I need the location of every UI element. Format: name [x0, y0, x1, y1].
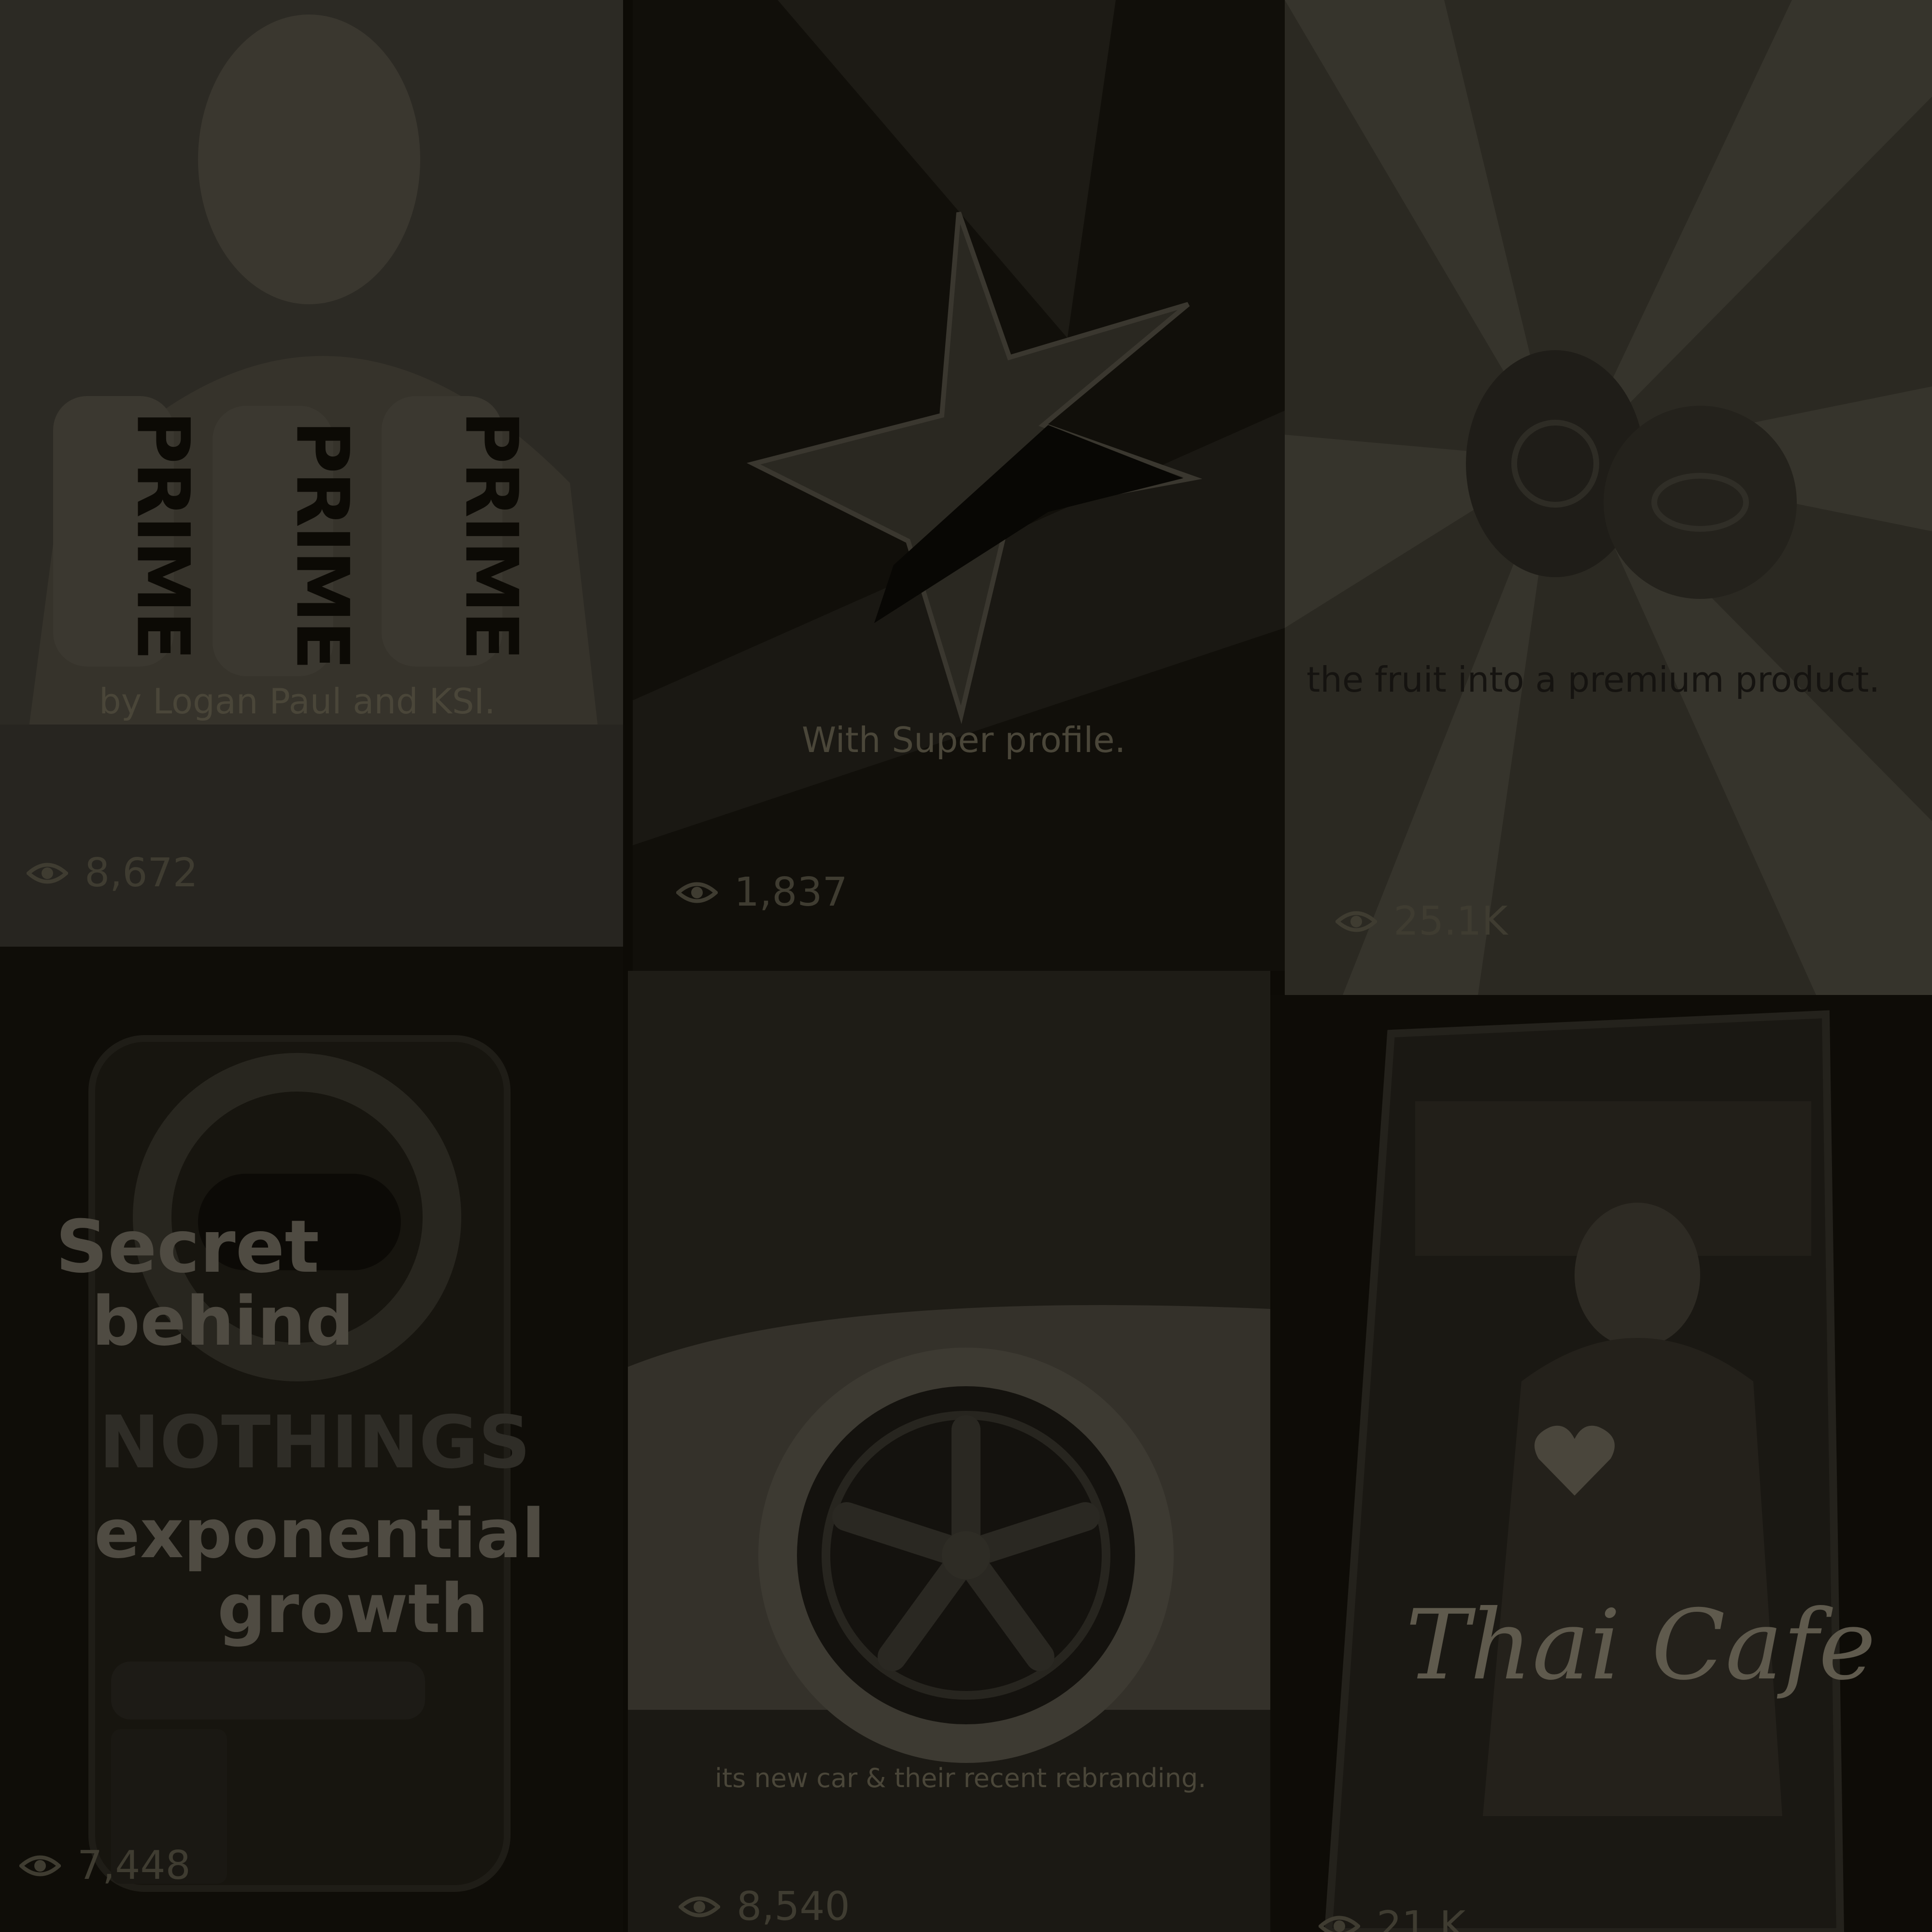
view-count: 7,448: [19, 1843, 191, 1889]
can-label: PRIME: [120, 411, 205, 659]
prime-card[interactable]: PRIME PRIME PRIME by Logan Paul and KSI.…: [0, 0, 623, 947]
star-card[interactable]: With Super profile. 1,837: [633, 0, 1285, 971]
view-count-value: 25.1K: [1393, 898, 1508, 944]
can-label: PRIME: [449, 411, 533, 659]
eye-icon: [1319, 1916, 1360, 1932]
eye-icon: [27, 863, 68, 883]
view-count-value: 8,540: [737, 1884, 850, 1930]
fruit-card[interactable]: the fruit into a premium product. 25.1K: [1285, 0, 1932, 995]
view-count: 21.K: [1319, 1903, 1465, 1932]
headline-line: growth: [217, 1570, 489, 1648]
nothing-card[interactable]: Secret behind NOTHINGS exponential growt…: [0, 947, 623, 1932]
view-count: 1,837: [676, 869, 848, 915]
card-caption: its new car & their recent rebranding.: [715, 1763, 1207, 1793]
view-count: 25.1K: [1335, 898, 1507, 944]
star-card-image: [633, 0, 1285, 971]
headline-line: behind: [92, 1282, 354, 1361]
view-count-value: 1,837: [734, 869, 848, 915]
car-card[interactable]: its new car & their recent rebranding. 8…: [628, 971, 1270, 1932]
heart-icon[interactable]: [1531, 1420, 1618, 1497]
can-label: PRIME: [280, 420, 364, 668]
headline-line: Secret: [56, 1205, 320, 1289]
card-caption: by Logan Paul and KSI.: [99, 681, 496, 722]
headline-line: NOTHINGS: [99, 1401, 531, 1485]
card-caption: the fruit into a premium product.: [1307, 659, 1880, 700]
eye-icon: [19, 1855, 61, 1876]
card-caption: With Super profile.: [802, 720, 1126, 760]
eye-icon: [679, 1896, 720, 1917]
thai-cafe-card[interactable]: Thai Cafe 21.K: [1270, 995, 1932, 1932]
eye-icon: [676, 882, 718, 903]
headline-line: exponential: [94, 1495, 545, 1574]
eye-icon: [1335, 911, 1377, 932]
view-count-value: 7,448: [77, 1843, 191, 1889]
view-count-value: 8,672: [85, 850, 198, 896]
fruit-card-image: [1285, 0, 1932, 995]
view-count: 8,672: [27, 850, 198, 896]
cafe-title: Thai Cafe: [1406, 1589, 1876, 1702]
view-count: 8,540: [679, 1884, 850, 1930]
view-count-value: 21.K: [1377, 1903, 1466, 1932]
